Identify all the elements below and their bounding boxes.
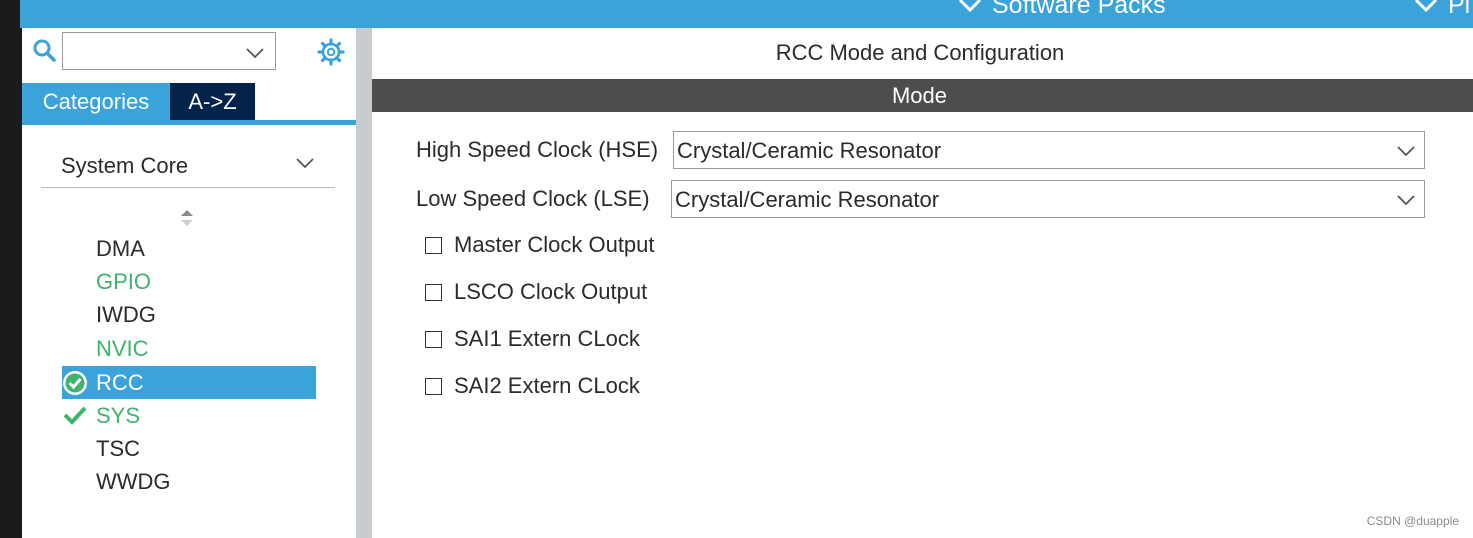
list-item-label: SYS [96, 403, 141, 428]
hse-row: High Speed Clock (HSE) Crystal/Ceramic R… [416, 131, 1426, 169]
list-item-label: WWDG [96, 469, 171, 494]
sai1-extern-clock-checkbox[interactable] [425, 331, 442, 348]
tab-a-to-z[interactable]: A->Z [170, 83, 255, 120]
lse-value: Crystal/Ceramic Resonator [675, 187, 940, 212]
sai2-extern-clock-option[interactable]: SAI2 Extern CLock [425, 373, 825, 403]
search-field[interactable] [66, 36, 240, 68]
list-item-rcc[interactable]: RCC [62, 366, 316, 399]
category-label: System Core [61, 153, 189, 178]
checkbox-label: LSCO Clock Output [454, 279, 648, 304]
list-item-label: IWDG [96, 302, 156, 327]
list-item-nvic[interactable]: NVIC [62, 332, 316, 365]
tab-underline [22, 120, 356, 125]
sidebar: Categories A->Z System Core DMA GPIO IWD… [22, 28, 356, 538]
list-item-label: GPIO [96, 269, 152, 294]
category-dropdown[interactable]: System Core [41, 141, 335, 188]
panel-splitter[interactable] [356, 28, 372, 538]
lse-label: Low Speed Clock (LSE) [416, 186, 650, 211]
hse-value: Crystal/Ceramic Resonator [677, 138, 942, 163]
top-menu-bar: Software Packs Pi [20, 0, 1473, 28]
search-input[interactable] [62, 32, 276, 70]
chevron-down-icon[interactable] [245, 46, 265, 64]
hse-label: High Speed Clock (HSE) [416, 137, 659, 162]
master-clock-output-checkbox[interactable] [425, 237, 442, 254]
list-item-label: TSC [96, 436, 140, 461]
list-item-wwdg[interactable]: WWDG [62, 465, 316, 498]
sai1-extern-clock-option[interactable]: SAI1 Extern CLock [425, 326, 825, 356]
chevron-down-icon [1396, 144, 1416, 162]
category-tabs: Categories A->Z [22, 83, 356, 125]
chevron-down-icon [958, 0, 982, 20]
list-item-sys[interactable]: SYS [62, 399, 316, 432]
search-icon[interactable] [32, 38, 58, 69]
hse-select[interactable]: Crystal/Ceramic Resonator [673, 131, 1425, 169]
list-item-label: NVIC [96, 336, 149, 361]
list-item-dma[interactable]: DMA [62, 232, 316, 265]
mode-section-header[interactable]: Mode [372, 79, 1473, 112]
list-item-label: RCC [96, 370, 144, 395]
lsco-clock-output-option[interactable]: LSCO Clock Output [425, 279, 825, 309]
chevron-down-icon [295, 156, 315, 174]
lse-select[interactable]: Crystal/Ceramic Resonator [671, 180, 1425, 218]
gear-icon[interactable] [316, 37, 346, 72]
menu-pinout[interactable]: Pi [1414, 0, 1470, 20]
checkbox-label: SAI1 Extern CLock [454, 326, 640, 351]
menu-label: Pi [1448, 0, 1471, 19]
tab-categories[interactable]: Categories [22, 83, 170, 120]
checkbox-label: Master Clock Output [454, 232, 655, 257]
menu-label: Software Packs [992, 0, 1166, 19]
list-item-iwdg[interactable]: IWDG [62, 298, 316, 331]
sort-icon[interactable] [179, 208, 195, 233]
lsco-clock-output-checkbox[interactable] [425, 284, 442, 301]
watermark: CSDN @duapple [1366, 514, 1459, 528]
list-item-tsc[interactable]: TSC [62, 432, 316, 465]
list-item-label: DMA [96, 236, 145, 261]
master-clock-output-option[interactable]: Master Clock Output [425, 232, 825, 262]
list-item-gpio[interactable]: GPIO [62, 265, 316, 298]
lse-row: Low Speed Clock (LSE) Crystal/Ceramic Re… [416, 180, 1426, 218]
chevron-down-icon [1396, 193, 1416, 211]
checkbox-label: SAI2 Extern CLock [454, 373, 640, 398]
page-title: RCC Mode and Configuration [775, 40, 1065, 65]
chevron-down-icon [1414, 0, 1438, 20]
sai2-extern-clock-checkbox[interactable] [425, 378, 442, 395]
configuration-panel: RCC Mode and Configuration Mode High Spe… [372, 28, 1473, 538]
menu-software-packs[interactable]: Software Packs [958, 0, 1166, 20]
